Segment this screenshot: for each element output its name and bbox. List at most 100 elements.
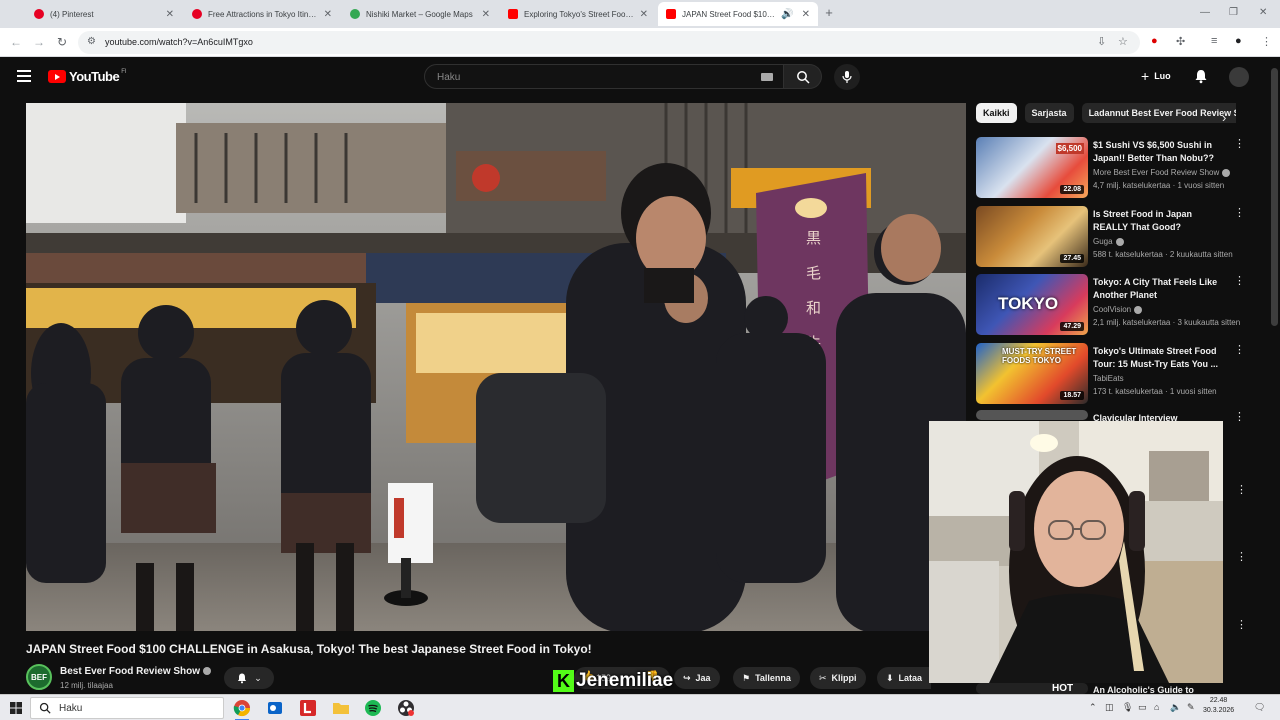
taskbar-clock[interactable]: 22.48 30.3.2026: [1203, 696, 1234, 716]
pinterest-icon: [192, 9, 202, 19]
tray-microphone-icon[interactable]: 🎙: [1122, 702, 1133, 713]
more-options-icon[interactable]: ⋮: [1234, 208, 1245, 219]
voice-search-button[interactable]: [834, 64, 860, 90]
recommendation-item[interactable]: MUST-TRY STREET FOODS TOKYO 18.57 Tokyo'…: [976, 343, 1246, 407]
more-options-icon[interactable]: ⋮: [1234, 276, 1245, 287]
more-options-icon[interactable]: ⋮: [1234, 139, 1245, 150]
forward-icon[interactable]: →: [33, 35, 45, 49]
close-tab-icon[interactable]: ✕: [802, 9, 810, 20]
keyboard-icon[interactable]: [761, 73, 773, 81]
browser-tab[interactable]: Exploring Tokyo's Street Food Wonders ✕: [500, 2, 656, 26]
tray-app-icon[interactable]: ◫: [1105, 702, 1114, 713]
media-control-icon[interactable]: ≡: [1211, 35, 1217, 47]
search-input[interactable]: [437, 69, 737, 85]
youtube-header: YouTube FI + Luo: [0, 57, 1280, 97]
close-tab-icon[interactable]: ✕: [166, 9, 174, 20]
more-options-icon[interactable]: ⋮: [1236, 483, 1247, 496]
save-button[interactable]: ⚑ Tallenna: [733, 667, 800, 689]
site-info-icon[interactable]: ⚙: [87, 36, 96, 47]
rec-meta: 588 t. katselukertaa · 2 kuukautta sitte…: [1093, 250, 1233, 259]
video-thumbnail[interactable]: MUST-TRY STREET FOODS TOKYO 18.57: [976, 343, 1088, 404]
taskbar-search[interactable]: Haku: [30, 697, 224, 719]
extensions-puzzle-icon[interactable]: ✣: [1176, 35, 1185, 48]
more-options-icon[interactable]: ⋮: [1236, 550, 1247, 563]
kick-logo-icon: K: [553, 670, 574, 692]
share-label: Jaa: [695, 673, 711, 683]
back-icon[interactable]: ←: [10, 35, 22, 49]
menu-icon[interactable]: [17, 70, 31, 82]
search-button[interactable]: [784, 64, 822, 89]
video-thumbnail[interactable]: $6,500 22.08: [976, 137, 1088, 198]
channel-avatar[interactable]: BEF: [26, 664, 52, 690]
more-options-icon[interactable]: ⋮: [1234, 345, 1245, 356]
country-code: FI: [121, 69, 127, 75]
app-l-icon[interactable]: [299, 699, 317, 717]
browser-tab[interactable]: Nishiki Market – Google Maps ✕: [342, 2, 498, 26]
channel-name[interactable]: Best Ever Food Review Show: [60, 666, 212, 677]
video-duration: 22.08: [1060, 185, 1084, 194]
create-button[interactable]: + Luo: [1131, 65, 1181, 87]
more-options-icon[interactable]: ⋮: [1234, 412, 1245, 423]
address-bar[interactable]: ⚙ youtube.com/watch?v=An6cuIMTgxo: [78, 31, 1140, 54]
recommendation-item[interactable]: TOKYO 47.29 Tokyo: A City That Feels Lik…: [976, 274, 1246, 338]
maximize-icon[interactable]: ❐: [1229, 7, 1238, 18]
recommendation-item[interactable]: HOT An Alcoholic's Guide to Drinking: [976, 683, 1246, 694]
chip-all[interactable]: Kaikki: [976, 103, 1017, 123]
speaker-icon[interactable]: 🔊: [781, 9, 793, 20]
video-thumbnail[interactable]: [976, 410, 1088, 420]
thumbnail-text: TOKYO: [998, 294, 1059, 313]
page-scrollbar[interactable]: [1271, 68, 1278, 326]
clip-button[interactable]: ✂ Klippi: [810, 667, 866, 689]
close-tab-icon[interactable]: ✕: [482, 9, 490, 20]
close-tab-icon[interactable]: ✕: [324, 9, 332, 20]
verified-icon: [203, 667, 212, 676]
reload-icon[interactable]: ↻: [57, 35, 67, 49]
share-button[interactable]: ↪ Jaa: [674, 667, 720, 689]
bookmark-star-icon[interactable]: ☆: [1118, 35, 1128, 48]
chip-uploader[interactable]: Ladannut Best Ever Food Review Show: [1081, 103, 1236, 123]
close-window-icon[interactable]: ✕: [1259, 7, 1267, 18]
browser-tab[interactable]: (4) Pinterest ✕: [26, 2, 182, 26]
google-maps-icon: [350, 9, 360, 19]
tray-chevron-icon[interactable]: ⌃: [1089, 702, 1097, 713]
rec-channel-text: Guga: [1093, 237, 1113, 246]
chrome-icon[interactable]: [233, 699, 251, 720]
obs-icon[interactable]: [397, 699, 415, 717]
minimize-icon[interactable]: —: [1200, 7, 1210, 18]
pen-icon[interactable]: ✎: [1187, 702, 1195, 713]
recommendation-item[interactable]: 27.45 Is Street Food in Japan REALLY Tha…: [976, 206, 1246, 270]
volume-icon[interactable]: 🔈: [1170, 702, 1181, 713]
extension-icon[interactable]: ●: [1151, 35, 1158, 47]
video-thumbnail[interactable]: TOKYO 47.29: [976, 274, 1088, 335]
subscribed-button[interactable]: ⌄: [224, 667, 274, 689]
notifications-button[interactable]: [1193, 68, 1209, 89]
file-explorer-icon[interactable]: [332, 699, 350, 717]
recommendation-item[interactable]: $6,500 22.08 $1 Sushi VS $6,500 Sushi in…: [976, 137, 1246, 201]
new-tab-icon[interactable]: +: [822, 6, 836, 20]
outlook-icon[interactable]: [266, 699, 284, 717]
browser-menu-icon[interactable]: ⋮: [1261, 35, 1272, 48]
browser-tab[interactable]: Free Attractions in Tokyo Itinerary ✕: [184, 2, 340, 26]
video-thumbnail[interactable]: 27.45: [976, 206, 1088, 267]
chrome-glyph: [233, 700, 251, 717]
start-button[interactable]: [10, 701, 22, 719]
more-options-icon[interactable]: ⋮: [1236, 618, 1247, 631]
youtube-logo[interactable]: YouTube FI: [48, 69, 127, 84]
notifications-icon[interactable]: 🗨: [1254, 702, 1265, 713]
profile-icon[interactable]: ●: [1235, 35, 1242, 47]
spotify-glyph: [365, 700, 381, 716]
tray-display-icon[interactable]: ▭: [1138, 702, 1147, 713]
video-thumbnail[interactable]: HOT: [976, 683, 1088, 694]
spotify-icon[interactable]: [364, 699, 382, 717]
chip-series[interactable]: Sarjasta: [1024, 103, 1074, 123]
network-icon[interactable]: ⌂: [1154, 702, 1159, 712]
download-button[interactable]: ⬇ Lataa: [877, 667, 932, 689]
search-icon: [39, 702, 51, 714]
browser-tab-active[interactable]: JAPAN Street Food $100 CHALLENGE 🔊 ✕: [658, 2, 818, 26]
tab-title: Free Attractions in Tokyo Itinerary: [208, 9, 320, 19]
chevron-right-icon[interactable]: ›: [1222, 110, 1226, 125]
account-avatar[interactable]: [1229, 67, 1249, 87]
close-tab-icon[interactable]: ✕: [640, 9, 648, 20]
install-app-icon[interactable]: ⇩: [1097, 35, 1106, 48]
video-player[interactable]: 黒毛和牛: [26, 103, 966, 631]
